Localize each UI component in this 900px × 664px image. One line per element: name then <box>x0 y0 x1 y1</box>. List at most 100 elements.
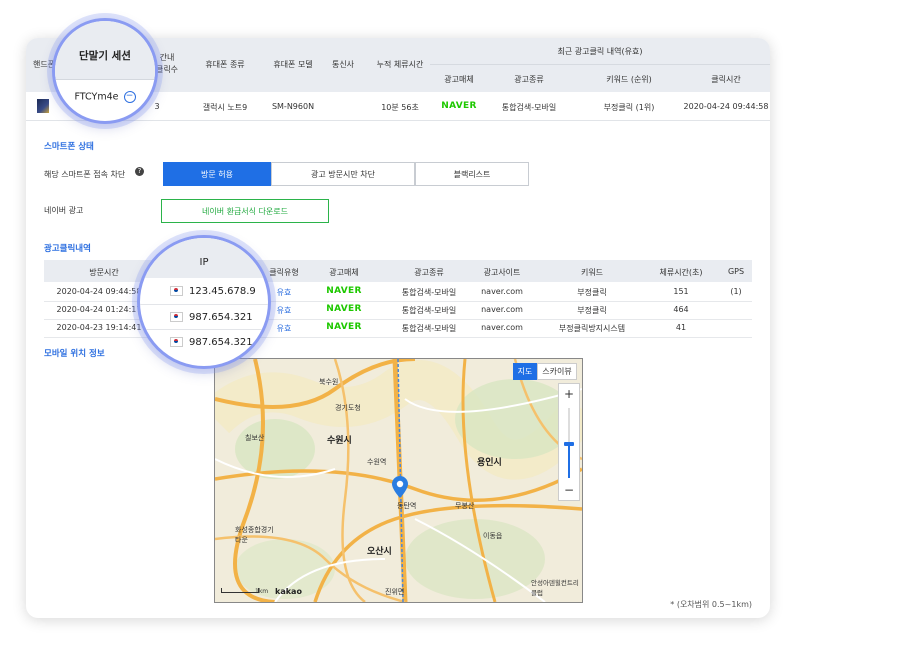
korea-flag-icon <box>170 337 183 347</box>
cell-ad-type: 통합검색-모바일 <box>401 288 457 297</box>
naver-ad-label: 네이버 광고 <box>44 206 84 215</box>
col-stay: 체류시간(초) <box>659 268 703 277</box>
map-scale-bar <box>221 588 259 593</box>
place-anseong: 안성아덴힐컨트리클럽 <box>531 579 579 597</box>
header-divider <box>430 64 770 65</box>
cell-keyword: 부정클릭방지시스템 <box>558 324 626 333</box>
map-scale-label: 1km <box>255 588 269 595</box>
cell-site: naver.com <box>481 287 523 296</box>
cell-keyword: 부정클릭 <box>577 288 607 297</box>
ip-divider <box>140 304 268 305</box>
ip-row-0: 123.45.678.9 <box>170 286 256 297</box>
col-clicks-line1: 간내 <box>159 53 175 62</box>
ip-value: 987.654.321 <box>189 337 253 348</box>
map-type-skyview-button[interactable]: 스카이뷰 <box>537 363 577 380</box>
cell-time: 2020-04-24 09:44:58 <box>56 287 142 296</box>
cell-clicks: 3 <box>154 102 160 111</box>
zoom-slider-handle[interactable] <box>564 442 574 446</box>
zoom-out-button[interactable]: − <box>559 480 579 500</box>
session-callout-divider <box>55 79 155 80</box>
ad-click-history-title: 광고클릭내역 <box>44 244 91 254</box>
help-icon[interactable]: ? <box>135 167 144 176</box>
zoom-level-fill <box>568 444 570 478</box>
naver-logo: NAVER <box>326 304 362 314</box>
col-phone-type: 휴대폰 종류 <box>205 60 245 69</box>
cell-click-type[interactable]: 유효 <box>277 323 292 334</box>
col-total-stay: 누적 체류시간 <box>376 60 424 69</box>
place-cheonggyesan: 칠보산 <box>245 434 265 442</box>
place-boknae: 북수원 <box>319 378 339 386</box>
place-gyeonggi: 경기도청 <box>335 404 361 412</box>
col-click-type: 클릭유형 <box>269 268 299 277</box>
mobile-location-title: 모바일 위치 정보 <box>44 349 105 359</box>
cell-total-stay: 10분 56초 <box>381 103 419 112</box>
option-blacklist[interactable]: 블랙리스트 <box>415 162 529 186</box>
korea-flag-icon <box>170 312 183 322</box>
place-suwon: 수원시 <box>327 436 352 446</box>
naver-logo: NAVER <box>326 322 362 332</box>
kakao-logo: kakao <box>275 587 302 596</box>
place-hwaseong: 화성종합경기타운 <box>235 526 274 544</box>
cell-phone-type: 갤럭시 노트9 <box>202 103 248 112</box>
ip-value: 123.45.678.9 <box>189 286 256 297</box>
gps-link[interactable]: (1) <box>730 287 741 296</box>
place-dongtan: 동탄역 <box>397 502 417 510</box>
session-id: FTCYm4e <box>74 91 119 103</box>
cell-ad-type: 통합검색-모바일 <box>401 306 457 315</box>
session-callout: 단말기 세션 FTCYm4e − <box>52 18 158 124</box>
cell-click-type[interactable]: 유효 <box>277 305 292 316</box>
session-detail-card: 핸드폰 간내 클릭수 휴대폰 종류 휴대폰 모델 통신사 누적 체류시간 최근 … <box>26 38 770 618</box>
col-gps: GPS <box>727 267 745 276</box>
col-ad-media: 광고매체 <box>444 75 474 84</box>
cell-stay: 41 <box>675 323 687 332</box>
ip-divider <box>140 329 268 330</box>
col-keyword-rank: 키워드 (순위) <box>606 75 652 84</box>
ip-callout-title: IP <box>199 257 209 268</box>
session-callout-title: 단말기 세션 <box>79 50 131 62</box>
place-yongin: 용인시 <box>477 458 502 468</box>
cell-stay: 151 <box>673 287 689 296</box>
korea-flag-icon <box>170 286 183 296</box>
error-range-note: * (오차범위 0.5~1km) <box>670 600 752 609</box>
session-id-wrap: FTCYm4e − <box>55 91 155 103</box>
ip-callout: IP 123.45.678.9 987.654.321 987.654.321 <box>137 235 271 369</box>
zoom-control: + − <box>558 383 580 501</box>
col-carrier: 통신사 <box>331 60 355 69</box>
smartphone-status-title: 스마트폰 상태 <box>44 142 94 152</box>
place-ieum: 이동읍 <box>483 532 503 540</box>
option-block-ad-visit[interactable]: 광고 방문시만 차단 <box>271 162 415 186</box>
col-visit-time: 방문시간 <box>89 268 119 277</box>
cell-click-type[interactable]: 유효 <box>277 287 292 298</box>
zoom-in-button[interactable]: + <box>559 384 579 404</box>
collapse-icon[interactable]: − <box>123 91 136 103</box>
ip-value: 987.654.321 <box>189 312 253 323</box>
option-allow-visit[interactable]: 방문 허용 <box>163 162 271 186</box>
place-suwon-station: 수원역 <box>367 458 387 466</box>
place-jinwi: 진위면 <box>385 588 405 596</box>
cell-site: naver.com <box>481 305 523 314</box>
download-refund-form-button[interactable]: 네이버 환급서식 다운로드 <box>161 199 329 223</box>
location-pin-icon[interactable] <box>392 476 408 498</box>
block-label: 해당 스마트폰 접속 차단 <box>44 170 126 179</box>
cell-site: naver.com <box>481 323 523 332</box>
cell-phone-model: SM-N960N <box>271 102 315 111</box>
cell-ad-type: 통합검색-모바일 <box>501 103 557 112</box>
ip-row-1: 987.654.321 <box>170 312 253 323</box>
cell-keyword-rank: 부정클릭 (1위) <box>603 103 655 112</box>
col-site: 광고사이트 <box>483 268 521 277</box>
col-ad-type: 광고종류 <box>414 268 444 277</box>
cell-time: 2020-04-23 19:14:41 <box>56 323 142 332</box>
col-phone-model: 휴대폰 모델 <box>273 60 313 69</box>
cell-ad-type: 통합검색-모바일 <box>401 324 457 333</box>
cell-click-time: 2020-04-24 09:44:58 <box>683 102 769 111</box>
col-click-time: 클릭시간 <box>711 75 741 84</box>
col-ad-type: 광고종류 <box>514 75 544 84</box>
phone-thumbnail <box>37 99 49 113</box>
col-keyword: 키워드 <box>580 268 604 277</box>
location-map[interactable]: 수원시 용인시 오산시 동탄역 수원역 경기도청 화성종합경기타운 칠보산 안성… <box>214 358 583 603</box>
cell-keyword: 부정클릭 <box>577 306 607 315</box>
col-clicks-line2: 클릭수 <box>155 65 179 74</box>
cell-stay: 464 <box>673 305 689 314</box>
map-type-map-button[interactable]: 지도 <box>513 363 537 380</box>
col-recent-group: 최근 광고클릭 내역(유효) <box>557 47 643 56</box>
